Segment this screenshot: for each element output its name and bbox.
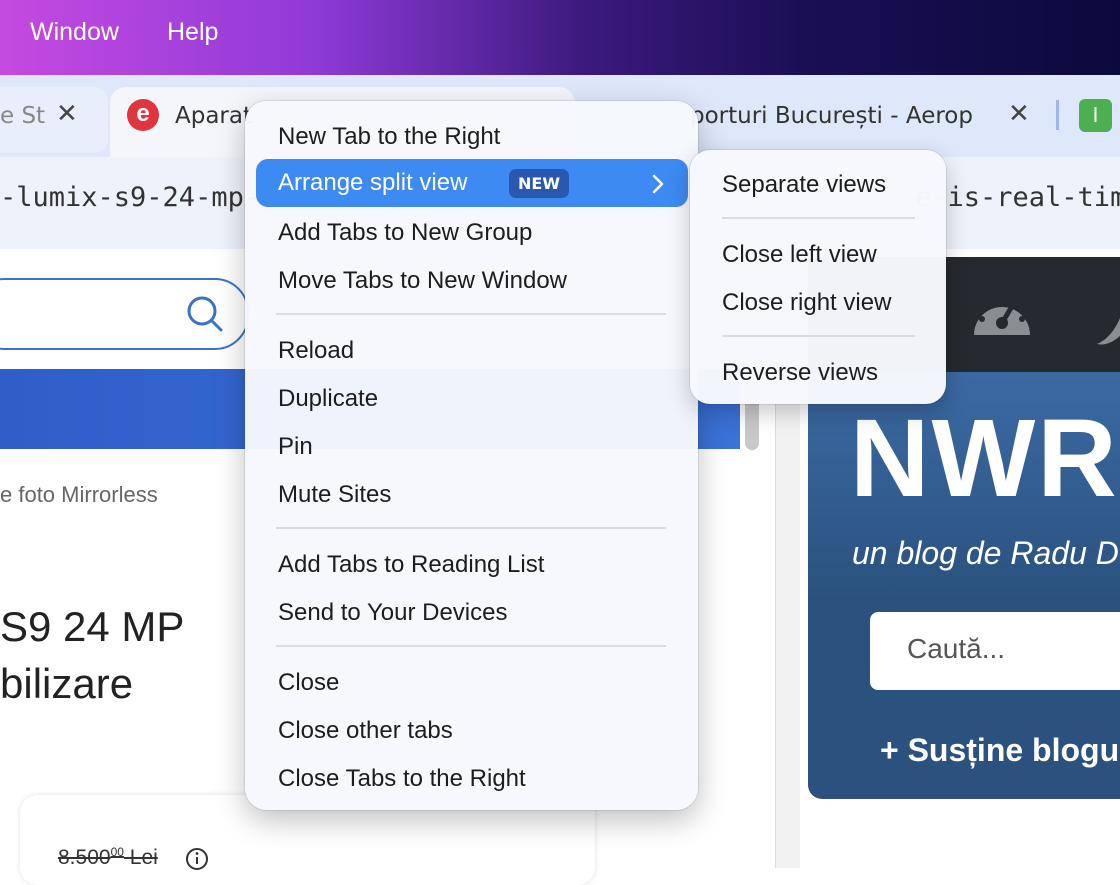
info-icon[interactable]	[185, 847, 209, 871]
speedometer-icon[interactable]	[968, 285, 1036, 341]
blog-search-placeholder: Caută...	[907, 633, 1006, 664]
submenu-item-close-left-view[interactable]: Close left view	[722, 241, 877, 269]
chevron-right-icon	[652, 174, 664, 194]
tab-context-menu	[245, 101, 698, 810]
tab-separator	[1056, 100, 1059, 130]
tab-close-icon-1[interactable]: ✕	[56, 99, 78, 129]
tab-title-1: e St	[0, 103, 46, 129]
menu-item-close-other-tabs[interactable]: Close other tabs	[278, 717, 453, 745]
old-price-value: 8.500	[58, 846, 111, 869]
menu-item-duplicate[interactable]: Duplicate	[278, 385, 378, 413]
old-price-currency: Lei	[129, 846, 158, 869]
tab-close-icon-3[interactable]: ✕	[1008, 99, 1030, 129]
menu-item-add-tabs-group[interactable]: Add Tabs to New Group	[278, 219, 532, 247]
submenu-item-reverse-views[interactable]: Reverse views	[722, 359, 878, 387]
tab-title-3: porturi București - Aerop	[690, 103, 973, 129]
menu-item-send-devices[interactable]: Send to Your Devices	[278, 599, 508, 627]
menu-separator	[276, 645, 666, 647]
menu-item-mute-sites[interactable]: Mute Sites	[278, 481, 391, 509]
old-price-cents: 00	[110, 845, 124, 859]
blog-logo[interactable]: NWR	[850, 395, 1119, 522]
extension-tab-icon[interactable]: Ⅰ	[1079, 99, 1112, 132]
bird-icon	[1097, 318, 1120, 345]
site-favicon-icon: e	[127, 99, 159, 131]
tab-title-2: Aparat	[175, 103, 252, 129]
new-badge: NEW	[509, 169, 569, 198]
product-title-line1: S9 24 MP	[0, 603, 185, 650]
menu-item-add-reading-list[interactable]: Add Tabs to Reading List	[278, 551, 544, 579]
menu-item-close[interactable]: Close	[278, 669, 339, 697]
menu-item-pin[interactable]: Pin	[278, 433, 313, 461]
menu-item-reload[interactable]: Reload	[278, 337, 354, 365]
menu-separator	[276, 527, 666, 529]
menu-separator	[276, 313, 666, 315]
submenu-item-separate-views[interactable]: Separate views	[722, 171, 886, 199]
search-icon[interactable]	[185, 294, 225, 334]
menu-item-new-tab-right[interactable]: New Tab to the Right	[278, 123, 500, 151]
system-menubar: Window Help	[0, 0, 1120, 75]
menu-item-arrange-split-view[interactable]: Arrange split view	[278, 169, 467, 197]
url-left[interactable]: -lumix-s9-24-mp-	[0, 182, 260, 213]
submenu-separator	[722, 335, 915, 337]
menu-item-move-tabs-window[interactable]: Move Tabs to New Window	[278, 267, 567, 295]
old-price: 8.50000 Lei	[58, 845, 158, 870]
menu-item-close-tabs-right[interactable]: Close Tabs to the Right	[278, 765, 526, 793]
menu-help[interactable]: Help	[167, 18, 218, 47]
submenu-item-close-right-view[interactable]: Close right view	[722, 289, 891, 317]
blog-support-label: + Susține blogu	[880, 732, 1120, 768]
blog-tagline: un blog de Radu D	[852, 535, 1119, 571]
menu-window[interactable]: Window	[30, 18, 119, 47]
product-title-line2: bilizare	[0, 660, 134, 707]
submenu-separator	[722, 217, 915, 219]
breadcrumb[interactable]: e foto Mirrorless	[0, 482, 158, 508]
